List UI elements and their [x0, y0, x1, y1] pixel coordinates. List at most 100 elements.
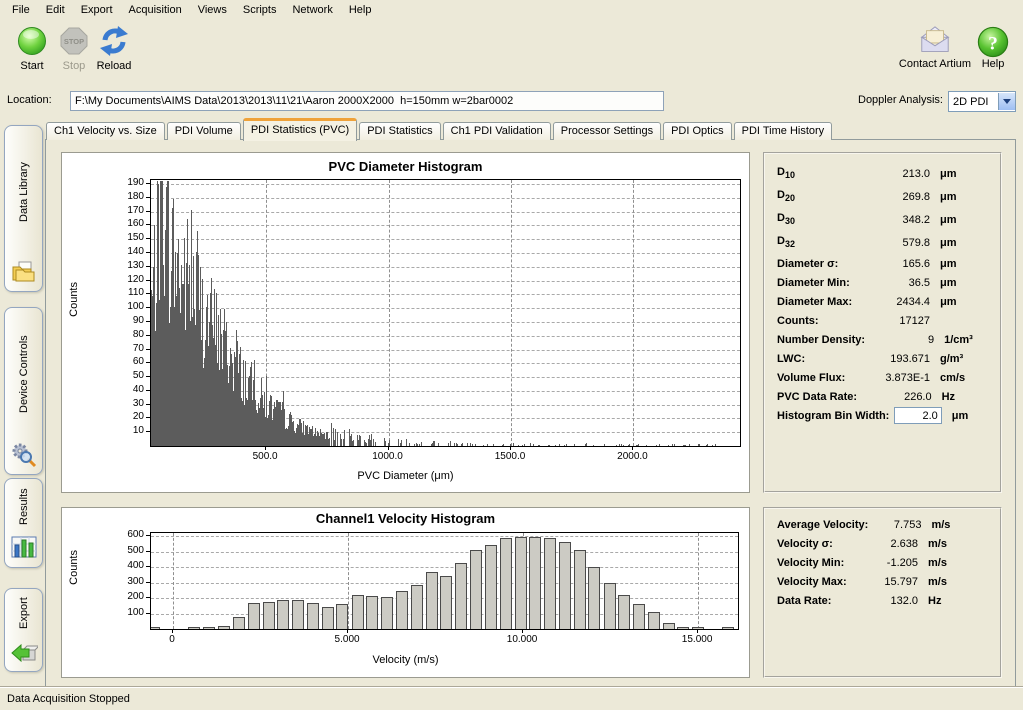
histogram-bar: [454, 443, 455, 446]
diameter-stats-box: D10213.0μmD20269.8μmD30348.2μmD32579.8μm…: [763, 152, 1002, 493]
tab-pdi-optics[interactable]: PDI Optics: [663, 122, 732, 140]
y-tick-label: 200: [112, 591, 144, 602]
y-tick-label: 10: [112, 425, 144, 436]
y-tick-mark: [146, 431, 150, 432]
tab-pdi-statistics-pvc-[interactable]: PDI Statistics (PVC): [243, 118, 357, 141]
histogram-bar: [337, 432, 338, 446]
stat-value: 2.638: [858, 538, 918, 550]
y-tick-label: 300: [112, 576, 144, 587]
stat-value: 165.6: [852, 258, 930, 270]
gridline: [511, 180, 512, 446]
tab-processor-settings[interactable]: Processor Settings: [553, 122, 661, 140]
svg-text:STOP: STOP: [64, 37, 84, 46]
tab-ch1-velocity-vs-size[interactable]: Ch1 Velocity vs. Size: [46, 122, 165, 140]
y-tick-label: 60: [112, 356, 144, 367]
stop-button[interactable]: STOPStop: [52, 25, 96, 72]
diameter-stat-row: Counts:17127: [777, 311, 976, 330]
y-axis-title: Counts: [68, 550, 80, 585]
y-tick-mark: [146, 362, 150, 363]
menu-item-views[interactable]: Views: [190, 2, 235, 18]
y-tick-mark: [146, 211, 150, 212]
y-tick-label: 20: [112, 411, 144, 422]
histogram-bar: [419, 444, 420, 446]
histogram-bar: [462, 443, 463, 446]
diameter-stat-row: Volume Flux:3.873E-1cm/s: [777, 368, 976, 387]
stat-label: Diameter Min:: [777, 277, 852, 289]
dropdown-button[interactable]: [998, 93, 1015, 110]
stat-unit: μm: [930, 258, 976, 270]
sidebar-item-results[interactable]: Results: [4, 478, 43, 568]
diameter-stat-row: D20269.8μm: [777, 185, 976, 208]
stat-unit: μm: [942, 410, 976, 422]
tab-ch1-pdi-validation[interactable]: Ch1 PDI Validation: [443, 122, 551, 140]
menu-item-network[interactable]: Network: [284, 2, 340, 18]
export-icon: [10, 638, 38, 666]
doppler-analysis-select[interactable]: 2D PDI: [948, 91, 1016, 112]
location-input[interactable]: [70, 91, 664, 111]
tab-pdi-time-history[interactable]: PDI Time History: [734, 122, 833, 140]
menu-bar: FileEditExportAcquisitionViewsScriptsNet…: [0, 0, 1023, 19]
histogram-bar: [336, 604, 348, 629]
velocity-stat-row: Data Rate:132.0Hz: [777, 591, 958, 610]
histogram-bin-width-input[interactable]: [894, 407, 942, 424]
histogram-bar: [715, 444, 716, 446]
stat-label: D30: [777, 212, 852, 226]
histogram-bar: [385, 441, 386, 446]
stat-label: LWC:: [777, 353, 852, 365]
histogram-bar: [668, 445, 669, 446]
menu-item-scripts[interactable]: Scripts: [235, 2, 285, 18]
gridline: [633, 180, 634, 446]
start-button[interactable]: Start: [10, 25, 54, 72]
sidebar-item-data-library[interactable]: Data Library: [4, 125, 43, 292]
doppler-analysis-label: Doppler Analysis:: [858, 94, 943, 106]
contact-artium-button[interactable]: Contact Artium: [893, 25, 977, 70]
stat-unit: Hz: [918, 595, 958, 607]
folder-icon: [10, 258, 38, 286]
y-tick-label: 190: [112, 177, 144, 188]
stat-unit: μm: [930, 277, 976, 289]
stat-value: 269.8: [852, 191, 930, 203]
toolbar: StartSTOPStopReload Contact Artium?Help: [0, 19, 1023, 87]
x-tick-label: 2000.0: [600, 451, 664, 462]
histogram-bar: [707, 444, 708, 446]
x-axis-title: Velocity (m/s): [62, 654, 749, 666]
stat-value: 36.5: [852, 277, 930, 289]
gridline: [151, 184, 740, 185]
menu-item-edit[interactable]: Edit: [38, 2, 73, 18]
histogram-bar: [322, 607, 334, 629]
histogram-bar: [588, 567, 600, 629]
sidebar-item-device-controls[interactable]: Device Controls: [4, 307, 43, 475]
stat-label: Diameter σ:: [777, 258, 852, 270]
menu-item-acquisition[interactable]: Acquisition: [121, 2, 190, 18]
gridline: [151, 294, 740, 295]
y-tick-label: 140: [112, 246, 144, 257]
histogram-bar: [335, 429, 336, 446]
sidebar-item-export[interactable]: Export: [4, 588, 43, 672]
velocity-stats-box: Average Velocity:7.753m/sVelocity σ:2.63…: [763, 507, 1002, 678]
stat-unit: m/s: [918, 538, 958, 550]
start-icon: [16, 25, 48, 57]
x-tick-label: 5.000: [315, 634, 379, 645]
menu-item-file[interactable]: File: [4, 2, 38, 18]
histogram-bar: [524, 444, 525, 446]
help-button[interactable]: ?Help: [972, 25, 1014, 70]
histogram-bar: [619, 444, 620, 446]
reload-button[interactable]: Reload: [92, 25, 136, 72]
gridline: [151, 267, 740, 268]
y-tick-label: 100: [112, 301, 144, 312]
histogram-bar: [417, 444, 418, 446]
histogram-bar: [699, 444, 700, 446]
stat-unit: μm: [930, 168, 976, 180]
menu-item-export[interactable]: Export: [73, 2, 121, 18]
histogram-bar: [689, 444, 690, 446]
histogram-bar: [515, 537, 527, 629]
menu-item-help[interactable]: Help: [341, 2, 380, 18]
histogram-bar: [470, 550, 482, 629]
histogram-bar: [263, 602, 275, 629]
tab-pdi-volume[interactable]: PDI Volume: [167, 122, 241, 140]
status-bar: Data Acquisition Stopped: [0, 687, 1023, 710]
stat-label: Volume Flux:: [777, 372, 852, 384]
histogram-bar: [485, 545, 497, 629]
tab-pdi-statistics[interactable]: PDI Statistics: [359, 122, 440, 140]
stat-unit: μm: [930, 214, 976, 226]
